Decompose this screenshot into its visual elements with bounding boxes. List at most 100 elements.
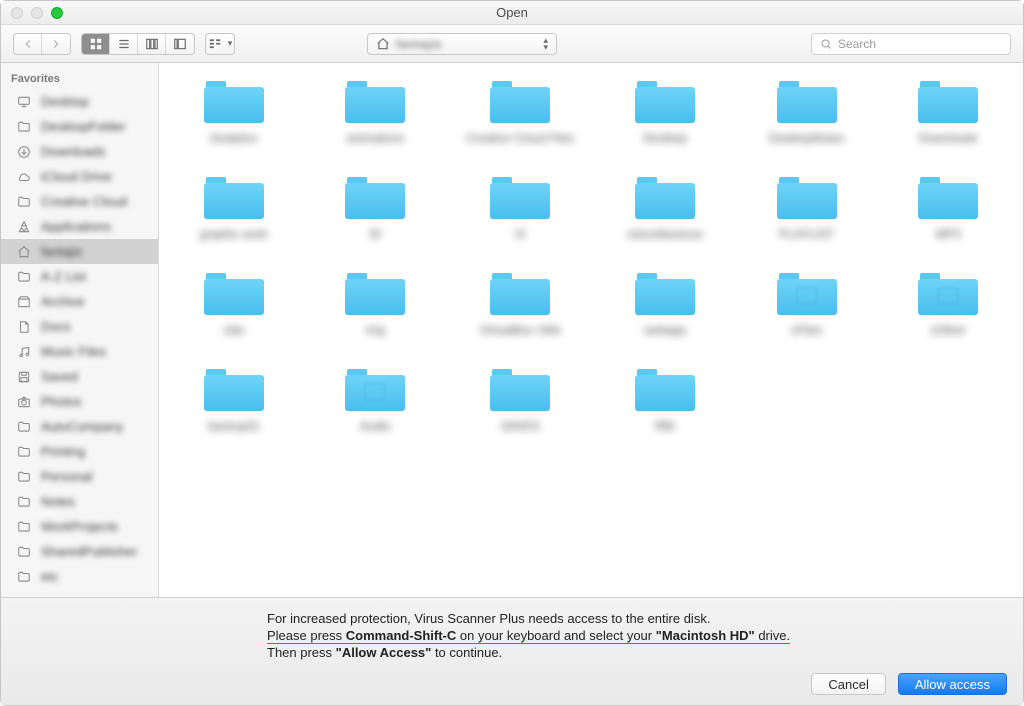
- sidebar-item[interactable]: Saved: [1, 364, 158, 389]
- file-name: webapp: [644, 323, 686, 337]
- group-by-menu[interactable]: ▾: [205, 33, 235, 55]
- file-item[interactable]: SAVES: [466, 369, 574, 433]
- sidebar-item-label: WorkProjects: [41, 519, 118, 534]
- display-icon: [15, 95, 33, 109]
- file-item[interactable]: Creative Cloud Files: [466, 81, 574, 145]
- sidebar-item-label: Notes: [41, 494, 75, 509]
- file-name: Creative Cloud Files: [466, 131, 574, 145]
- folder-icon: [490, 369, 550, 411]
- chevron-down-icon: ▾: [228, 38, 233, 49]
- sidebar-item[interactable]: Personal: [1, 464, 158, 489]
- file-item[interactable]: xFiles: [756, 273, 858, 337]
- allow-access-button[interactable]: Allow access: [898, 673, 1007, 695]
- folder-icon: [345, 273, 405, 315]
- file-name: ID: [369, 227, 381, 241]
- file-item[interactable]: Audio: [325, 369, 427, 433]
- back-button[interactable]: [14, 34, 42, 54]
- file-name: animations: [346, 131, 404, 145]
- file-item[interactable]: animations: [325, 81, 427, 145]
- forward-button[interactable]: [42, 34, 70, 54]
- file-name: MP3: [936, 227, 961, 241]
- file-item[interactable]: DesktopNotes: [756, 81, 858, 145]
- window-title: Open: [1, 5, 1023, 20]
- sidebar-item[interactable]: iCloud Drive: [1, 164, 158, 189]
- folder-icon: [635, 369, 695, 411]
- folder-icon: [918, 273, 978, 315]
- file-grid[interactable]: Analytics animations Creative Cloud Files D…: [159, 63, 1023, 597]
- folder-icon: [204, 273, 264, 315]
- sidebar-item[interactable]: Applications: [1, 214, 158, 239]
- folder-icon: [204, 369, 264, 411]
- sidebar-item[interactable]: Notes: [1, 489, 158, 514]
- sidebar-item[interactable]: Creative Cloud: [1, 189, 158, 214]
- view-columns-button[interactable]: [138, 34, 166, 54]
- folder-icon: [635, 177, 695, 219]
- file-item[interactable]: graphic work: [183, 177, 285, 241]
- file-name: zOther: [930, 323, 966, 337]
- file-item[interactable]: img: [325, 273, 427, 337]
- file-name: Desktop: [643, 131, 687, 145]
- file-item[interactable]: vids: [183, 273, 285, 337]
- folder-icon: [15, 120, 33, 134]
- file-item[interactable]: zOther: [897, 273, 999, 337]
- sidebar-item[interactable]: WorkProjects: [1, 514, 158, 539]
- cancel-button[interactable]: Cancel: [811, 673, 885, 695]
- file-name: RBI: [655, 419, 675, 433]
- view-list-button[interactable]: [110, 34, 138, 54]
- view-icons-button[interactable]: [82, 34, 110, 54]
- file-item[interactable]: PLAYLIST: [756, 177, 858, 241]
- instruction-line-2: Please press Command-Shift-C on your key…: [267, 627, 1007, 644]
- sidebar-item[interactable]: Music Files: [1, 339, 158, 364]
- sidebar-item[interactable]: Desktop: [1, 89, 158, 114]
- file-item[interactable]: backup01: [183, 369, 285, 433]
- file-name: Analytics: [210, 131, 258, 145]
- file-item[interactable]: RBI: [614, 369, 716, 433]
- file-item[interactable]: Analytics: [183, 81, 285, 145]
- folder-icon: [777, 273, 837, 315]
- sidebar-item-label: Downloads: [41, 144, 105, 159]
- sidebar-item[interactable]: A-Z List: [1, 264, 158, 289]
- view-gallery-button[interactable]: [166, 34, 194, 54]
- sidebar-item-label: Saved: [41, 369, 78, 384]
- file-name: xFiles: [791, 323, 822, 337]
- file-item[interactable]: VirtualBox VMs: [466, 273, 574, 337]
- sidebar-item[interactable]: Downloads: [1, 139, 158, 164]
- save-icon: [15, 370, 33, 384]
- group-icon: [208, 37, 222, 51]
- sidebar-item-label: fantajis: [41, 244, 82, 259]
- sidebar-item-label: Desktop: [41, 94, 89, 109]
- file-item[interactable]: Downloads: [897, 81, 999, 145]
- cloud-icon: [15, 170, 33, 184]
- file-item[interactable]: webapp: [614, 273, 716, 337]
- stepper-icon: ▴▾: [543, 37, 548, 51]
- search-placeholder: Search: [838, 37, 876, 51]
- sidebar-item[interactable]: etc: [1, 564, 158, 589]
- folder-icon: [204, 177, 264, 219]
- sidebar-item[interactable]: Printing: [1, 439, 158, 464]
- sidebar-item[interactable]: Docs: [1, 314, 158, 339]
- sidebar-item-label: iCloud Drive: [41, 169, 112, 184]
- path-popup[interactable]: fantajis ▴▾: [367, 33, 557, 55]
- search-field[interactable]: Search: [811, 33, 1011, 55]
- file-item[interactable]: Desktop: [614, 81, 716, 145]
- sidebar-item[interactable]: AutoCompany: [1, 414, 158, 439]
- folder-icon: [635, 273, 695, 315]
- file-item[interactable]: ID: [325, 177, 427, 241]
- folder-icon: [345, 177, 405, 219]
- sidebar-header: Favorites: [1, 69, 158, 89]
- folder-icon: [15, 420, 33, 434]
- sidebar-item[interactable]: SharedPublisher: [1, 539, 158, 564]
- sidebar-item-label: etc: [41, 569, 58, 584]
- file-item[interactable]: MP3: [897, 177, 999, 241]
- file-item[interactable]: IX: [466, 177, 574, 241]
- chevron-right-icon: [49, 37, 63, 51]
- instruction-line-1: For increased protection, Virus Scanner …: [267, 610, 1007, 627]
- file-item[interactable]: miscellaneous: [614, 177, 716, 241]
- download-icon: [15, 145, 33, 159]
- sidebar-item[interactable]: DesktopFolder: [1, 114, 158, 139]
- music-icon: [15, 345, 33, 359]
- sidebar-item[interactable]: Photos: [1, 389, 158, 414]
- sidebar-item[interactable]: Archive: [1, 289, 158, 314]
- sidebar-item-label: AutoCompany: [41, 419, 123, 434]
- sidebar-item[interactable]: fantajis: [1, 239, 158, 264]
